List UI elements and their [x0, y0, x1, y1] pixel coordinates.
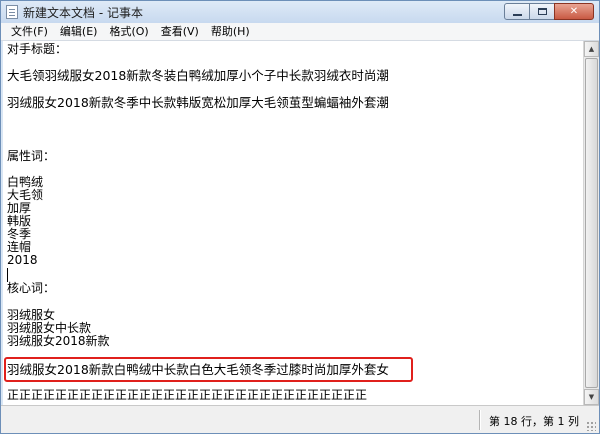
status-bar: 第 18 行，第 1 列: [1, 405, 599, 433]
vertical-scrollbar[interactable]: ▲ ▼: [583, 41, 599, 405]
text-line: 2018: [7, 253, 38, 267]
text-line: 正正正正正正正正正正正正正正正正正正正正正正正正正正正正正正: [7, 388, 368, 402]
arrow-up-icon[interactable]: ▲: [584, 41, 599, 57]
text-line: 大毛领羽绒服女2018新款冬装白鸭绒加厚小个子中长款羽绒衣时尚潮: [7, 68, 389, 83]
status-divider: [479, 410, 480, 430]
window-controls: ✕: [504, 3, 594, 20]
menu-edit[interactable]: 编辑(E): [54, 23, 104, 40]
text-caret: [7, 268, 8, 282]
text-editor[interactable]: 对手标题： 大毛领羽绒服女2018新款冬装白鸭绒加厚小个子中长款羽绒衣时尚潮 羽…: [3, 41, 583, 405]
minimize-icon: [512, 13, 522, 16]
menu-view[interactable]: 查看(V): [155, 23, 205, 40]
maximize-button[interactable]: [529, 3, 555, 20]
text-line: 对手标题：: [7, 42, 68, 56]
close-icon: ✕: [569, 6, 579, 17]
menu-bar: 文件(F) 编辑(E) 格式(O) 查看(V) 帮助(H): [1, 23, 599, 41]
close-button[interactable]: ✕: [554, 3, 594, 20]
scrollbar-thumb[interactable]: [585, 58, 598, 388]
highlight-box: [4, 357, 413, 382]
menu-help[interactable]: 帮助(H): [205, 23, 256, 40]
text-line: 羽绒服女2018新款: [7, 334, 110, 348]
resize-grip-icon[interactable]: [586, 421, 596, 431]
arrow-down-icon[interactable]: ▼: [584, 389, 599, 405]
minimize-button[interactable]: [504, 3, 530, 20]
notepad-window: 新建文本文档 - 记事本 ✕ 文件(F) 编辑(E) 格式(O) 查看(V) 帮…: [0, 0, 600, 434]
text-line: 核心词：: [7, 281, 56, 295]
cursor-position: 第 18 行，第 1 列: [489, 415, 579, 428]
text-line: 羽绒服女2018新款冬季中长款韩版宽松加厚大毛领茧型蝙蝠袖外套潮: [7, 95, 389, 110]
window-title: 新建文本文档 - 记事本: [23, 6, 143, 20]
title-bar[interactable]: 新建文本文档 - 记事本 ✕: [1, 1, 599, 24]
text-line: 属性词：: [7, 149, 56, 163]
menu-format[interactable]: 格式(O): [103, 23, 154, 40]
notepad-icon[interactable]: [6, 5, 18, 19]
maximize-icon: [537, 8, 547, 15]
menu-file[interactable]: 文件(F): [5, 23, 54, 40]
